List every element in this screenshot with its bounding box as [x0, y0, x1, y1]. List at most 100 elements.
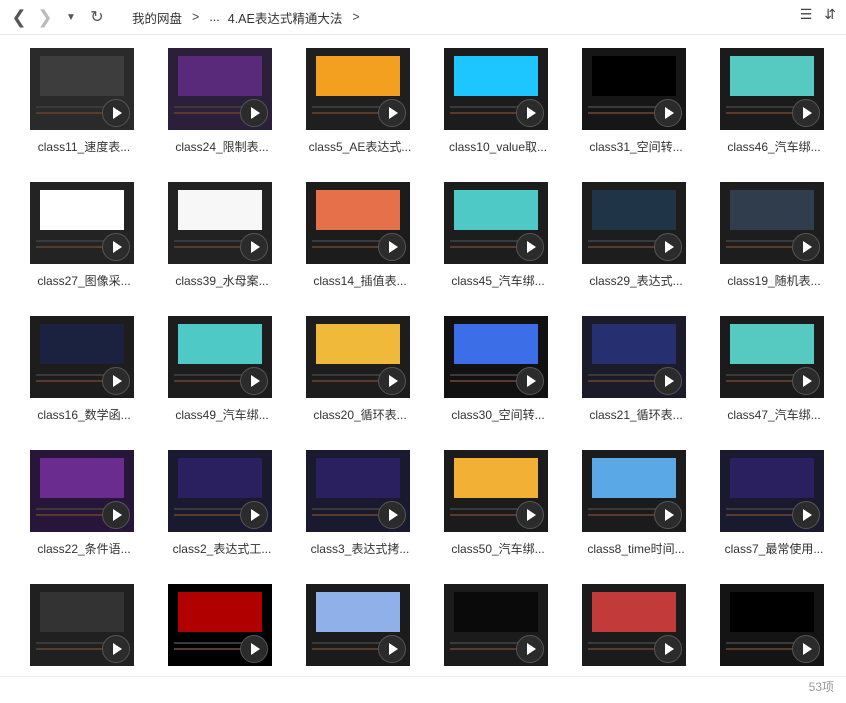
- video-thumbnail[interactable]: [582, 450, 686, 532]
- file-name[interactable]: class31_空间转...: [572, 138, 700, 155]
- breadcrumb-root[interactable]: 我的网盘: [128, 8, 186, 27]
- video-thumbnail[interactable]: [30, 182, 134, 264]
- history-dropdown-icon[interactable]: ▼: [58, 2, 84, 32]
- play-icon[interactable]: [102, 367, 130, 395]
- file-name[interactable]: class47_汽车绑...: [710, 406, 838, 423]
- breadcrumb-separator: >: [192, 10, 200, 24]
- file-name[interactable]: class11_速度表...: [20, 138, 148, 155]
- video-thumbnail[interactable]: [30, 584, 134, 666]
- list-view-icon[interactable]: ☰: [800, 6, 813, 23]
- video-thumbnail[interactable]: [168, 182, 272, 264]
- video-thumbnail[interactable]: [306, 316, 410, 398]
- play-icon[interactable]: [102, 501, 130, 529]
- video-thumbnail[interactable]: [720, 584, 824, 666]
- play-icon[interactable]: [378, 99, 406, 127]
- preview-pane: [316, 56, 400, 96]
- video-thumbnail[interactable]: [168, 316, 272, 398]
- breadcrumb-current[interactable]: 4.AE表达式精通大法: [224, 8, 347, 27]
- play-icon[interactable]: [516, 99, 544, 127]
- file-name[interactable]: class10_value取...: [434, 138, 562, 155]
- play-icon[interactable]: [240, 99, 268, 127]
- preview-pane: [454, 190, 538, 230]
- refresh-icon[interactable]: ↻: [84, 2, 110, 32]
- video-thumbnail[interactable]: [168, 450, 272, 532]
- video-thumbnail[interactable]: [582, 584, 686, 666]
- file-name[interactable]: class5_AE表达式...: [296, 138, 424, 155]
- preview-pane: [730, 324, 814, 364]
- file-name[interactable]: class45_汽车绑...: [434, 272, 562, 289]
- play-icon[interactable]: [654, 233, 682, 261]
- play-icon[interactable]: [378, 635, 406, 663]
- play-icon[interactable]: [516, 635, 544, 663]
- video-thumbnail[interactable]: [444, 316, 548, 398]
- play-icon[interactable]: [792, 635, 820, 663]
- play-icon[interactable]: [516, 233, 544, 261]
- play-icon[interactable]: [792, 501, 820, 529]
- file-name[interactable]: class29_表达式...: [572, 272, 700, 289]
- video-thumbnail[interactable]: [720, 48, 824, 130]
- video-thumbnail[interactable]: [168, 48, 272, 130]
- video-thumbnail[interactable]: [30, 316, 134, 398]
- video-thumbnail[interactable]: [720, 182, 824, 264]
- video-thumbnail[interactable]: [306, 182, 410, 264]
- play-icon[interactable]: [240, 233, 268, 261]
- play-icon[interactable]: [378, 501, 406, 529]
- play-icon[interactable]: [792, 99, 820, 127]
- video-thumbnail[interactable]: [582, 316, 686, 398]
- video-thumbnail[interactable]: [168, 584, 272, 666]
- item-count: 53项: [808, 680, 834, 694]
- play-icon[interactable]: [102, 99, 130, 127]
- video-thumbnail[interactable]: [582, 48, 686, 130]
- file-name[interactable]: class7_最常使用...: [710, 540, 838, 557]
- file-name[interactable]: class30_空间转...: [434, 406, 562, 423]
- forward-icon[interactable]: ❯: [32, 2, 58, 32]
- play-icon[interactable]: [654, 501, 682, 529]
- breadcrumb: 我的网盘 > ... 4.AE表达式精通大法 >: [128, 8, 366, 27]
- file-name[interactable]: class50_汽车绑...: [434, 540, 562, 557]
- video-thumbnail[interactable]: [720, 316, 824, 398]
- file-name[interactable]: class46_汽车绑...: [710, 138, 838, 155]
- play-icon[interactable]: [240, 367, 268, 395]
- video-thumbnail[interactable]: [444, 48, 548, 130]
- play-icon[interactable]: [240, 501, 268, 529]
- video-thumbnail[interactable]: [30, 450, 134, 532]
- breadcrumb-ellipsis[interactable]: ...: [205, 10, 223, 24]
- file-name[interactable]: class8_time时间...: [572, 540, 700, 557]
- play-icon[interactable]: [654, 367, 682, 395]
- video-thumbnail[interactable]: [30, 48, 134, 130]
- video-thumbnail[interactable]: [444, 182, 548, 264]
- play-icon[interactable]: [378, 367, 406, 395]
- file-name[interactable]: class39_水母案...: [158, 272, 286, 289]
- play-icon[interactable]: [654, 635, 682, 663]
- play-icon[interactable]: [102, 635, 130, 663]
- video-thumbnail[interactable]: [306, 450, 410, 532]
- file-name[interactable]: class27_图像采...: [20, 272, 148, 289]
- video-thumbnail[interactable]: [444, 584, 548, 666]
- play-icon[interactable]: [516, 501, 544, 529]
- video-thumbnail[interactable]: [306, 48, 410, 130]
- file-name[interactable]: class20_循环表...: [296, 406, 424, 423]
- file-name[interactable]: class16_数学函...: [20, 406, 148, 423]
- file-name[interactable]: class19_随机表...: [710, 272, 838, 289]
- sort-icon[interactable]: ⇵: [824, 6, 836, 23]
- video-thumbnail[interactable]: [582, 182, 686, 264]
- preview-pane: [40, 190, 124, 230]
- play-icon[interactable]: [516, 367, 544, 395]
- play-icon[interactable]: [102, 233, 130, 261]
- file-name[interactable]: class21_循环表...: [572, 406, 700, 423]
- play-icon[interactable]: [654, 99, 682, 127]
- file-name[interactable]: class24_限制表...: [158, 138, 286, 155]
- back-icon[interactable]: ❮: [6, 2, 32, 32]
- file-name[interactable]: class3_表达式拷...: [296, 540, 424, 557]
- video-thumbnail[interactable]: [444, 450, 548, 532]
- play-icon[interactable]: [240, 635, 268, 663]
- video-thumbnail[interactable]: [306, 584, 410, 666]
- play-icon[interactable]: [792, 367, 820, 395]
- play-icon[interactable]: [792, 233, 820, 261]
- video-thumbnail[interactable]: [720, 450, 824, 532]
- file-name[interactable]: class2_表达式工...: [158, 540, 286, 557]
- file-name[interactable]: class22_条件语...: [20, 540, 148, 557]
- file-name[interactable]: class49_汽车绑...: [158, 406, 286, 423]
- play-icon[interactable]: [378, 233, 406, 261]
- file-name[interactable]: class14_插值表...: [296, 272, 424, 289]
